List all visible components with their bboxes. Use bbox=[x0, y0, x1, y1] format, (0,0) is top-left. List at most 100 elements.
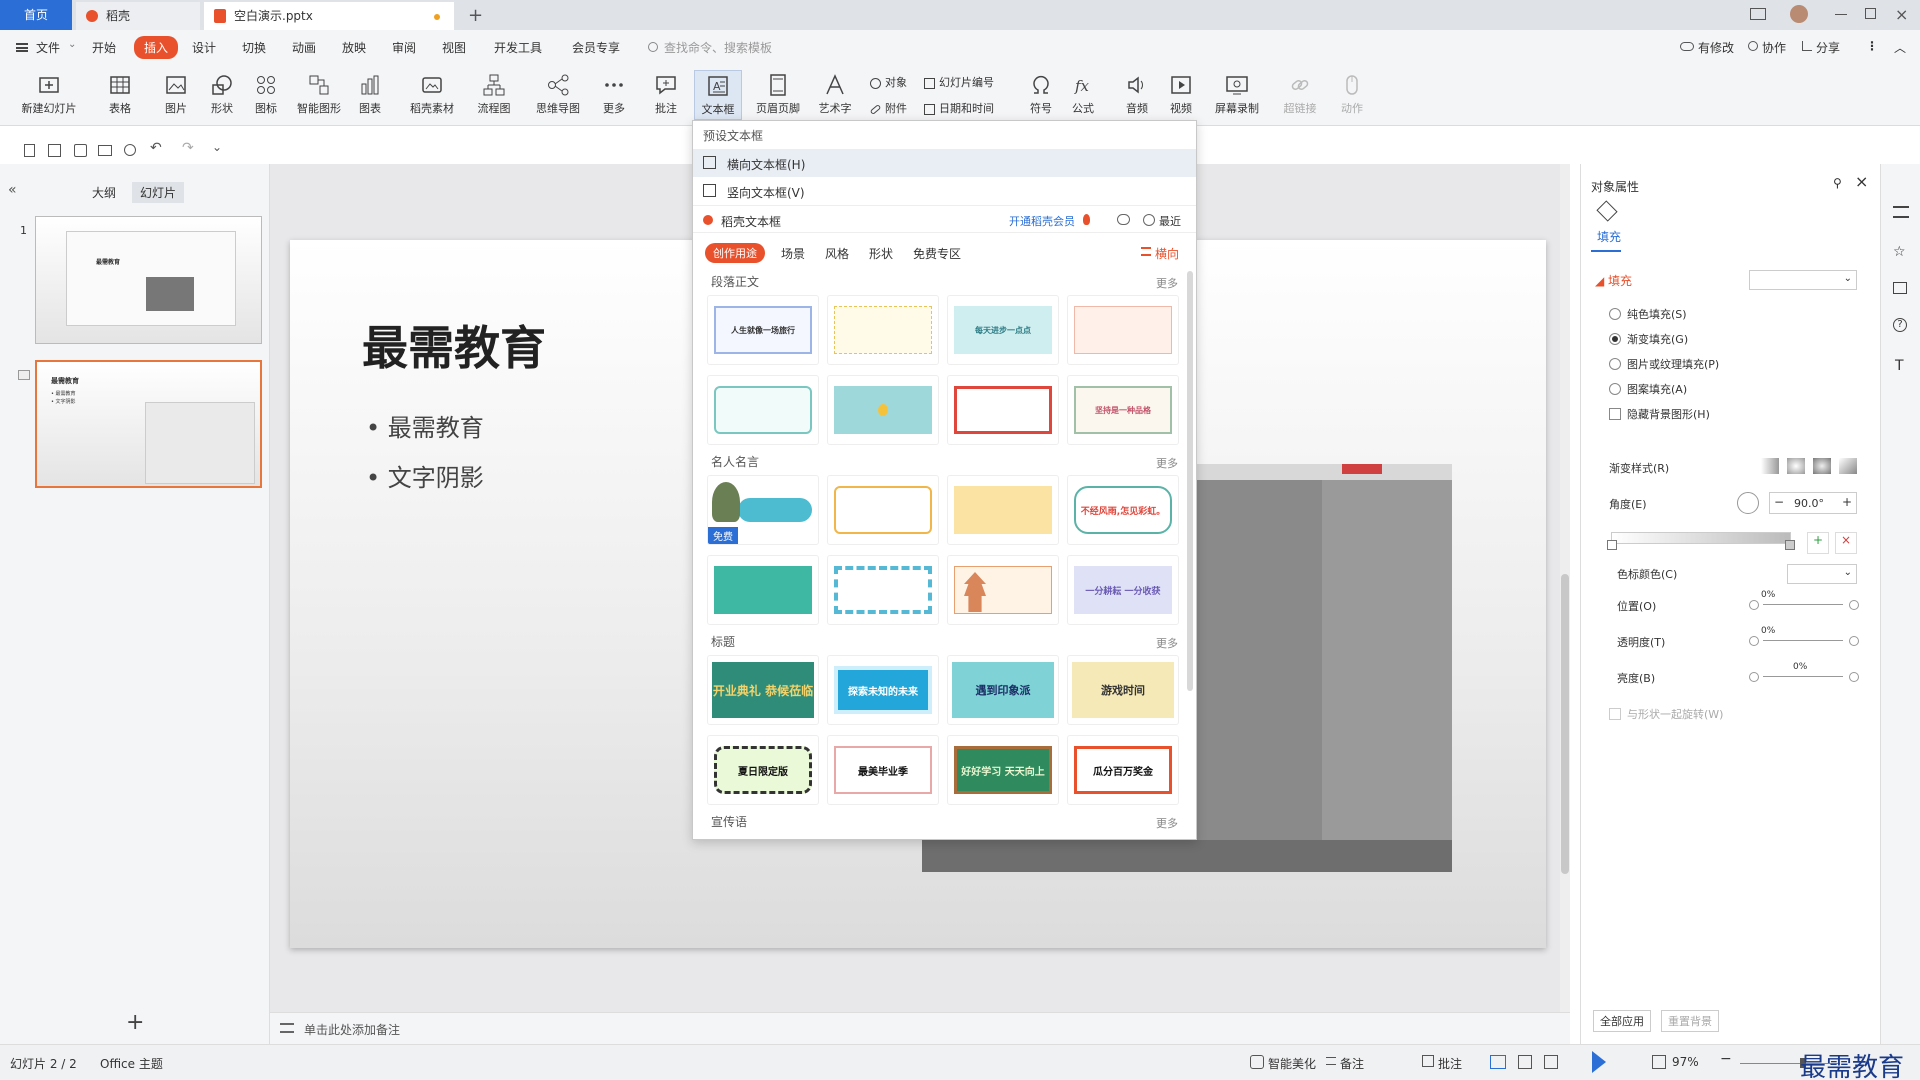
position-minus[interactable] bbox=[1749, 600, 1759, 610]
transparency-plus[interactable] bbox=[1849, 636, 1859, 646]
stop-color-select[interactable]: ⌄ bbox=[1787, 564, 1857, 584]
decrement-button[interactable]: − bbox=[1774, 495, 1784, 509]
export-pdf-icon[interactable] bbox=[74, 144, 87, 157]
slide-bullet-2[interactable]: • 文字阴影 bbox=[366, 458, 484, 493]
new-slide-button[interactable]: 新建幻灯片 bbox=[12, 72, 86, 116]
wordart-button[interactable]: 艺术字 bbox=[812, 72, 858, 116]
customize-qat-icon[interactable]: ⌄ bbox=[212, 140, 222, 154]
slide-title[interactable]: 最需教育 bbox=[362, 312, 546, 378]
scrollbar-thumb[interactable] bbox=[1561, 574, 1569, 874]
fill-color-select[interactable]: ⌄ bbox=[1749, 270, 1857, 290]
daoke-material-button[interactable]: 稻壳素材 bbox=[406, 72, 458, 116]
gradient-stop-right[interactable] bbox=[1785, 540, 1795, 550]
textbox-template-card[interactable]: 遇到印象派 bbox=[947, 655, 1059, 725]
action-button[interactable]: 动作 bbox=[1334, 72, 1370, 116]
text-tool-icon[interactable]: T bbox=[1895, 358, 1904, 374]
normal-view-icon[interactable] bbox=[1490, 1055, 1506, 1069]
comment-button[interactable]: 批注 bbox=[648, 72, 684, 116]
menu-animation[interactable]: 动画 bbox=[292, 39, 316, 56]
slide-thumbnail-2[interactable]: 最需教育 • 最需教育 • 文字阴影 bbox=[35, 360, 262, 488]
textbox-template-card[interactable]: 游戏时间 bbox=[1067, 655, 1179, 725]
angle-stepper[interactable]: − 90.0° + bbox=[1769, 492, 1857, 514]
add-slide-button[interactable]: + bbox=[126, 1010, 144, 1035]
save-icon[interactable] bbox=[48, 144, 61, 157]
position-slider[interactable] bbox=[1763, 604, 1843, 605]
search-input[interactable]: 查找命令、搜索模板 bbox=[664, 39, 772, 56]
menu-insert[interactable]: 插入 bbox=[134, 36, 179, 59]
textbox-template-card[interactable]: 最美毕业季 bbox=[827, 735, 939, 805]
copy-icon[interactable] bbox=[1893, 282, 1907, 294]
menu-devtools[interactable]: 开发工具 bbox=[494, 39, 542, 56]
menu-transition[interactable]: 切换 bbox=[242, 39, 266, 56]
redo-icon[interactable]: ↷ bbox=[182, 140, 194, 156]
menu-view[interactable]: 视图 bbox=[442, 39, 466, 56]
print-icon[interactable] bbox=[98, 145, 112, 156]
textbox-template-card[interactable] bbox=[827, 475, 939, 545]
textbox-template-card[interactable]: 好好学习 天天向上 bbox=[947, 735, 1059, 805]
table-button[interactable]: 表格 bbox=[102, 72, 138, 116]
attachment-button[interactable]: 附件 bbox=[869, 100, 907, 116]
zoom-out-button[interactable]: − bbox=[1720, 1051, 1732, 1067]
layout-icon[interactable] bbox=[1750, 8, 1766, 20]
tab-file[interactable]: 空白演示.pptx bbox=[204, 2, 454, 30]
collapse-pane-icon[interactable]: « bbox=[8, 182, 17, 198]
grad-style-linear[interactable] bbox=[1761, 458, 1779, 474]
symbol-button[interactable]: 符号 bbox=[1024, 72, 1058, 116]
radio-pattern[interactable] bbox=[1609, 383, 1621, 395]
collapse-ribbon-icon[interactable]: ︿ bbox=[1894, 39, 1906, 56]
increment-button[interactable]: + bbox=[1842, 495, 1852, 509]
hyperlink-button[interactable]: 超链接 bbox=[1280, 72, 1320, 116]
properties-icon[interactable] bbox=[1893, 206, 1909, 218]
textbox-button[interactable]: A 文本框 bbox=[694, 70, 742, 120]
tab-outline[interactable]: 大纲 bbox=[92, 184, 116, 201]
animation-icon[interactable]: ☆ bbox=[1893, 244, 1906, 260]
pin-icon[interactable]: ⚲ bbox=[1833, 176, 1842, 190]
grad-style-rect[interactable] bbox=[1813, 458, 1831, 474]
play-icon[interactable] bbox=[1592, 1051, 1606, 1073]
restore-icon[interactable] bbox=[1865, 8, 1876, 19]
textbox-template-card[interactable] bbox=[827, 295, 939, 365]
shape-button[interactable]: 形状 bbox=[204, 72, 240, 116]
formula-button[interactable]: fx 公式 bbox=[1066, 72, 1100, 116]
more-link-quotes[interactable]: 更多 bbox=[1156, 455, 1178, 471]
icon-button[interactable]: 图标 bbox=[248, 72, 284, 116]
textbox-template-card[interactable]: 免费 bbox=[707, 475, 819, 545]
close-panel-icon[interactable]: × bbox=[1855, 172, 1868, 191]
share-button[interactable]: 分享 bbox=[1816, 39, 1840, 56]
textbox-template-card[interactable]: 不经风雨,怎见彩虹。 bbox=[1067, 475, 1179, 545]
slide-thumbnail-1[interactable]: 最需教育 bbox=[35, 216, 262, 344]
more-button[interactable]: 更多 bbox=[596, 72, 632, 116]
tab-slides[interactable]: 幻灯片 bbox=[132, 182, 185, 203]
position-plus[interactable] bbox=[1849, 600, 1859, 610]
audio-button[interactable]: 音频 bbox=[1120, 72, 1154, 116]
edited-status[interactable]: 有修改 bbox=[1698, 39, 1734, 56]
checkbox-hide-bg[interactable] bbox=[1609, 408, 1621, 420]
more-link-paragraph[interactable]: 更多 bbox=[1156, 275, 1178, 291]
gradient-stop-left[interactable] bbox=[1607, 540, 1617, 550]
textbox-template-card[interactable] bbox=[827, 375, 939, 445]
add-stop-icon[interactable]: + bbox=[1807, 532, 1829, 554]
category-shape[interactable]: 形状 bbox=[869, 245, 893, 262]
textbox-template-card[interactable] bbox=[707, 555, 819, 625]
menu-member[interactable]: 会员专享 bbox=[572, 39, 620, 56]
textbox-template-card[interactable] bbox=[707, 375, 819, 445]
transparency-minus[interactable] bbox=[1749, 636, 1759, 646]
grad-style-radial[interactable] bbox=[1787, 458, 1805, 474]
beautify-button[interactable]: 智能美化 bbox=[1268, 1055, 1316, 1072]
delete-stop-icon[interactable]: × bbox=[1835, 532, 1857, 554]
screen-record-button[interactable]: 屏幕录制 bbox=[1210, 72, 1264, 116]
dropdown-scrollbar[interactable] bbox=[1187, 271, 1193, 691]
comment-toggle[interactable]: 批注 bbox=[1438, 1055, 1462, 1072]
textbox-template-card[interactable] bbox=[947, 555, 1059, 625]
minimize-icon[interactable] bbox=[1835, 14, 1847, 15]
new-doc-icon[interactable] bbox=[24, 144, 35, 157]
theme-name[interactable]: Office 主题 bbox=[100, 1055, 163, 1072]
flowchart-button[interactable]: 流程图 bbox=[470, 72, 518, 116]
slide-number-button[interactable]: 幻灯片编号 bbox=[924, 74, 994, 90]
vip-link[interactable]: 开通稻壳会员 bbox=[1009, 213, 1075, 229]
horizontal-textbox-item[interactable]: 横向文本框(H) bbox=[693, 149, 1196, 177]
avatar[interactable] bbox=[1790, 5, 1808, 23]
radio-solid[interactable] bbox=[1609, 308, 1621, 320]
datetime-button[interactable]: 日期和时间 bbox=[924, 100, 994, 116]
video-button[interactable]: 视频 bbox=[1164, 72, 1198, 116]
